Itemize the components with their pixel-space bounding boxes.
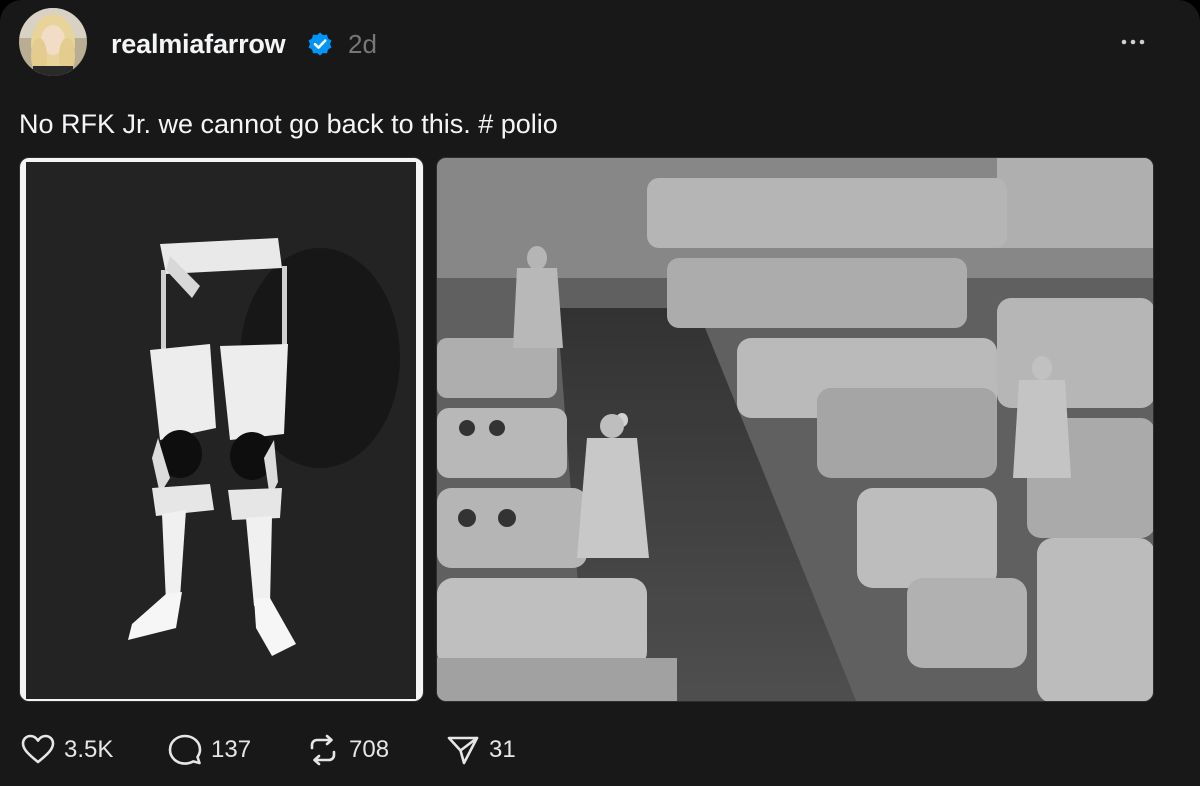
share-button[interactable]: 31 xyxy=(445,728,516,772)
thread-post: realmiafarrow 2d No RFK Jr. we cannot go… xyxy=(0,0,1200,786)
post-image-leg-braces[interactable] xyxy=(19,157,424,702)
reply-count: 137 xyxy=(211,736,252,763)
author-username[interactable]: realmiafarrow xyxy=(111,28,286,60)
like-button[interactable]: 3.5K xyxy=(20,728,113,772)
post-caption: No RFK Jr. we cannot go back to this. # … xyxy=(19,109,558,139)
post-actions-bar: 3.5K 137 708 31 xyxy=(0,728,1200,772)
heart-icon xyxy=(21,734,55,764)
post-image-iron-lung-ward[interactable] xyxy=(436,157,1154,702)
iron-lung-ward-photo xyxy=(437,158,1153,701)
reply-button[interactable]: 137 xyxy=(167,728,251,772)
author-avatar[interactable] xyxy=(19,8,87,76)
repost-button[interactable]: 708 xyxy=(305,728,389,772)
more-dots-icon xyxy=(1121,39,1145,45)
post-timestamp: 2d xyxy=(348,29,377,59)
like-count: 3.5K xyxy=(64,736,114,763)
verified-badge-icon xyxy=(307,31,333,57)
repost-count: 708 xyxy=(349,736,390,763)
repost-icon xyxy=(310,734,336,766)
send-icon xyxy=(447,736,479,765)
share-count: 31 xyxy=(489,736,516,763)
avatar-photo xyxy=(19,8,87,76)
more-options-button[interactable] xyxy=(1116,30,1150,54)
leg-braces-photo xyxy=(20,158,423,701)
comment-icon xyxy=(168,734,202,765)
